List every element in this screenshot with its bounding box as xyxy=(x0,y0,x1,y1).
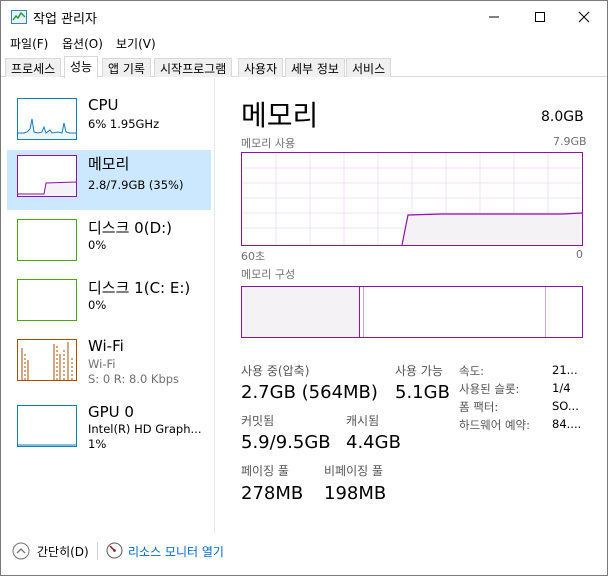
footer-divider xyxy=(97,542,98,560)
tab-startup[interactable]: 시작프로그램 xyxy=(154,58,233,77)
nonpaged-pool-value: 198MB xyxy=(324,483,387,504)
speed-value: 21... xyxy=(552,363,578,377)
task-manager-icon xyxy=(11,10,27,24)
maximize-icon xyxy=(535,12,545,22)
sidebar-item-title: CPU xyxy=(88,96,119,114)
sidebar-item-adapter: Wi-Fi xyxy=(88,357,116,371)
usage-graph-max: 7.9GB xyxy=(553,135,587,148)
hardware-reserved-label: 하드웨어 예약: xyxy=(459,418,531,432)
tab-services[interactable]: 서비스 xyxy=(346,58,392,77)
menu-bar: 파일(F) 옵션(O) 보기(V) xyxy=(1,33,607,55)
wifi-thumbnail-graph xyxy=(17,339,77,381)
fewer-details-button[interactable]: 간단히(D) xyxy=(37,543,89,560)
sidebar-item-title: 디스크 0(D:) xyxy=(88,219,173,237)
speed-label: 속도: xyxy=(459,364,485,378)
sidebar-item-wifi[interactable]: Wi-Fi Wi-Fi S: 0 R: 8.0 Kbps xyxy=(7,334,211,394)
memory-usage-graph xyxy=(241,152,583,246)
sidebar-item-disk-0[interactable]: 디스크 0(D:) 0% xyxy=(7,214,211,274)
cpu-thumbnail-graph xyxy=(17,98,77,140)
chevron-up-icon[interactable] xyxy=(12,542,30,560)
sidebar-item-title: 메모리 xyxy=(88,155,130,173)
slots-label: 사용된 슬롯: xyxy=(459,382,520,396)
open-resource-monitor-link[interactable]: 리소스 모니터 열기 xyxy=(128,543,224,560)
composition-standby[interactable] xyxy=(364,287,546,337)
sidebar-item-title: Wi-Fi xyxy=(88,337,124,355)
tab-strip: 프로세스 성능 앱 기록 시작프로그램 사용자 세부 정보 서비스 xyxy=(1,56,607,78)
task-manager-window: 작업 관리자 파일(F) 옵션(O) 보기(V) 프로세스 성능 앱 기록 시작… xyxy=(0,0,608,576)
committed-value: 5.9/9.5GB xyxy=(241,432,331,453)
tab-processes[interactable]: 프로세스 xyxy=(5,58,62,77)
paged-pool-label: 페이징 풀 xyxy=(241,464,289,478)
sidebar-item-adapter: Intel(R) HD Graph... xyxy=(88,422,202,436)
page-title: 메모리 xyxy=(241,99,319,132)
disk-1-thumbnail-graph xyxy=(17,279,77,321)
footer: 간단히(D) 리소스 모니터 열기 xyxy=(1,535,607,575)
close-icon xyxy=(578,11,590,23)
available-value: 5.1GB xyxy=(395,382,450,403)
time-axis-right: 0 xyxy=(576,248,583,261)
sidebar-item-cpu[interactable]: CPU 6% 1.95GHz xyxy=(7,93,211,153)
minimize-button[interactable] xyxy=(471,1,517,33)
sidebar-item-detail: S: 0 R: 8.0 Kbps xyxy=(88,372,180,386)
sidebar-item-gpu[interactable]: GPU 0 Intel(R) HD Graph... 1% xyxy=(7,400,211,460)
title-bar[interactable]: 작업 관리자 xyxy=(1,1,607,33)
menu-options[interactable]: 옵션(O) xyxy=(62,35,103,52)
window-title: 작업 관리자 xyxy=(33,12,97,27)
disk-0-thumbnail-graph xyxy=(17,219,77,261)
resource-monitor-icon[interactable] xyxy=(106,542,123,559)
nonpaged-pool-label: 비페이징 풀 xyxy=(324,464,384,478)
tab-users[interactable]: 사용자 xyxy=(238,58,284,77)
sidebar-item-detail: 1% xyxy=(88,437,107,451)
composition-in-use[interactable] xyxy=(242,287,360,337)
cached-value: 4.4GB xyxy=(346,432,401,453)
available-label: 사용 가능 xyxy=(395,364,443,378)
committed-label: 커밋됨 xyxy=(241,414,275,428)
usage-graph-label: 메모리 사용 xyxy=(241,137,296,150)
memory-thumbnail-graph xyxy=(17,155,77,197)
form-factor-label: 폼 팩터: xyxy=(459,400,499,414)
minimize-icon xyxy=(489,16,499,18)
sidebar-item-detail: 0% xyxy=(88,298,107,312)
tab-app-history[interactable]: 앱 기록 xyxy=(102,58,151,77)
hardware-reserved-value: 84.... xyxy=(552,417,582,431)
close-button[interactable] xyxy=(561,1,607,33)
memory-composition-bar xyxy=(241,286,583,338)
performance-sidebar: CPU 6% 1.95GHz 메모리 2.8/7.9GB (35%) 디스크 0… xyxy=(1,78,215,533)
composition-free[interactable] xyxy=(546,287,582,337)
sidebar-item-detail: 2.8/7.9GB (35%) xyxy=(88,178,184,192)
maximize-button[interactable] xyxy=(517,1,563,33)
sidebar-item-title: 디스크 1(C: E:) xyxy=(88,279,191,297)
sidebar-item-detail: 6% 1.95GHz xyxy=(88,117,160,131)
sidebar-item-disk-1[interactable]: 디스크 1(C: E:) 0% xyxy=(7,274,211,334)
sidebar-item-memory[interactable]: 메모리 2.8/7.9GB (35%) xyxy=(7,150,211,210)
total-memory: 8.0GB xyxy=(541,109,584,125)
paged-pool-value: 278MB xyxy=(241,483,304,504)
gpu-thumbnail-graph xyxy=(17,405,77,447)
tab-performance[interactable]: 성능 xyxy=(64,56,99,78)
sidebar-item-detail: 0% xyxy=(88,238,107,252)
sidebar-item-title: GPU 0 xyxy=(88,403,134,421)
menu-view[interactable]: 보기(V) xyxy=(116,35,156,52)
composition-label: 메모리 구성 xyxy=(241,268,296,281)
in-use-label: 사용 중(압축) xyxy=(241,364,310,378)
in-use-value: 2.7GB (564MB) xyxy=(241,382,378,403)
tab-details[interactable]: 세부 정보 xyxy=(285,58,345,77)
slots-value: 1/4 xyxy=(552,381,571,395)
cached-label: 캐시됨 xyxy=(346,414,380,428)
menu-file[interactable]: 파일(F) xyxy=(10,35,48,52)
form-factor-value: SO... xyxy=(552,399,579,413)
time-axis-left: 60초 xyxy=(241,250,266,263)
